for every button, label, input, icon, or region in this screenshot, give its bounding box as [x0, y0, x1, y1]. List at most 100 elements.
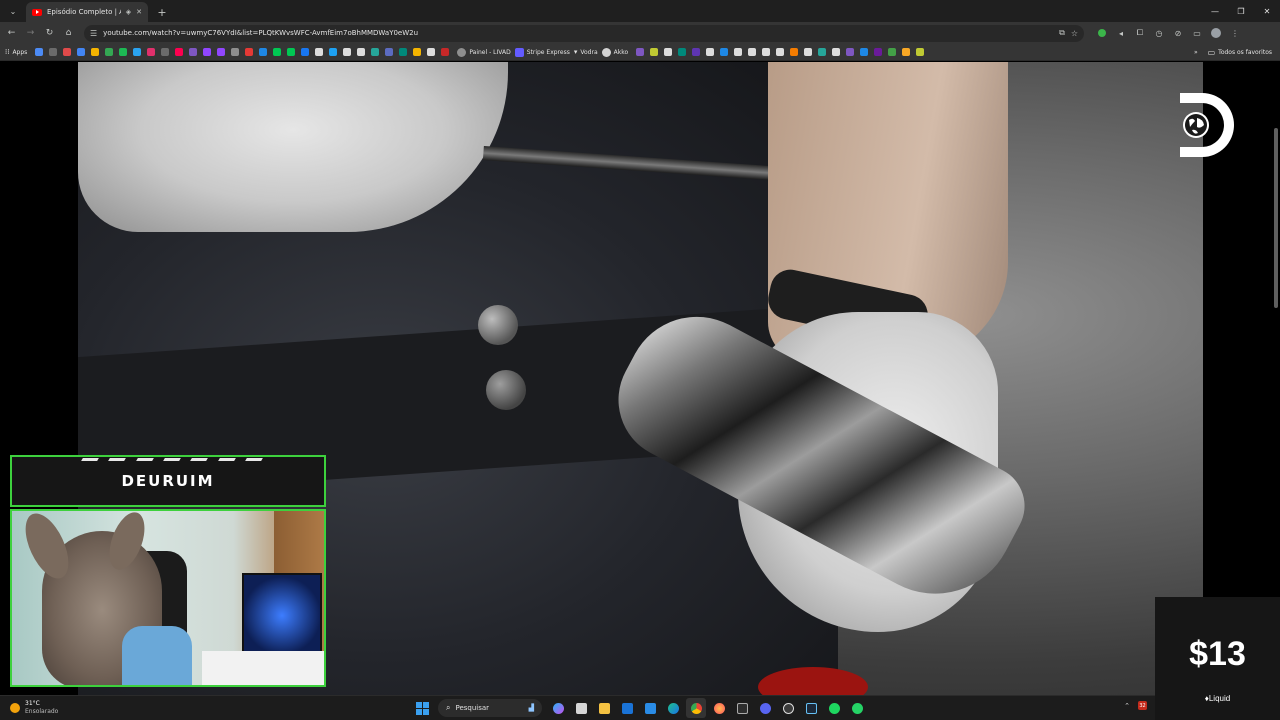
chrome-menu-icon[interactable]: ⋮	[1227, 25, 1243, 41]
bookmark-favicon-icon[interactable]	[804, 48, 813, 56]
bookmark-star-icon[interactable]: ☆	[1071, 29, 1078, 38]
extension-green-icon[interactable]	[1094, 25, 1110, 41]
bookmark-favicon-icon[interactable]	[413, 48, 422, 56]
bookmark-favicon-icon[interactable]	[734, 48, 743, 56]
obs-icon[interactable]	[778, 698, 798, 718]
install-app-icon[interactable]: ⧉	[1059, 28, 1065, 38]
reload-button[interactable]: ↻	[40, 24, 59, 43]
bookmark-favicon-icon[interactable]	[63, 48, 72, 56]
bookmark-favicon-icon[interactable]	[217, 48, 226, 56]
copilot-icon[interactable]	[548, 698, 568, 718]
bookmark-favicon-icon[interactable]	[133, 48, 142, 56]
bookmark-akko[interactable]: Akko	[601, 47, 628, 57]
bookmark-favicon-icon[interactable]	[832, 48, 841, 56]
bookmark-favicon-icon[interactable]	[706, 48, 715, 56]
bookmark-favicon-icon[interactable]	[245, 48, 254, 56]
bookmark-favicon-icon[interactable]	[748, 48, 757, 56]
bookmark-favicon-icon[interactable]	[692, 48, 701, 56]
file-explorer-icon[interactable]	[594, 698, 614, 718]
bookmark-stripe-express[interactable]: Stripe Express	[514, 47, 570, 57]
site-info-icon[interactable]: ☰	[90, 29, 97, 38]
bookmark-favicon-icon[interactable]	[664, 48, 673, 56]
forward-button[interactable]: →	[21, 24, 40, 43]
spotify-icon[interactable]	[824, 698, 844, 718]
task-view-icon[interactable]	[571, 698, 591, 718]
bookmark-favicon-icon[interactable]	[49, 48, 58, 56]
bookmark-favicon-icon[interactable]	[636, 48, 645, 56]
bookmark-favicon-icon[interactable]	[35, 48, 44, 56]
edge-icon[interactable]	[663, 698, 683, 718]
minimize-button[interactable]: —	[1202, 0, 1228, 22]
tab-close-icon[interactable]: ✕	[136, 8, 142, 16]
restore-button[interactable]: ❐	[1228, 0, 1254, 22]
capcut-icon[interactable]	[732, 698, 752, 718]
bookmark-favicon-icon[interactable]	[399, 48, 408, 56]
bookmark-favicon-icon[interactable]	[427, 48, 436, 56]
bookmark-favicon-icon[interactable]	[874, 48, 883, 56]
back-button[interactable]: ←	[2, 24, 21, 43]
tab-search-button[interactable]: ⌄	[4, 2, 22, 20]
whatsapp-icon[interactable]	[847, 698, 867, 718]
bookmark-favicon-icon[interactable]	[650, 48, 659, 56]
bookmark-favicon-icon[interactable]	[147, 48, 156, 56]
extensions-puzzle-icon[interactable]: ⧠	[1132, 25, 1148, 41]
bookmark-favicon-icon[interactable]	[287, 48, 296, 56]
bookmark-favicon-icon[interactable]	[385, 48, 394, 56]
outlook-icon[interactable]	[617, 698, 637, 718]
browser-tab-active[interactable]: Episódio Completo | Aerop ◈ ✕	[26, 2, 148, 22]
bookmark-favicon-icon[interactable]	[301, 48, 310, 56]
bookmark-favicon-icon[interactable]	[259, 48, 268, 56]
reading-mode-icon[interactable]: ⊘	[1170, 25, 1186, 41]
history-icon[interactable]: ◷	[1151, 25, 1167, 41]
bookmark-favicon-icon[interactable]	[371, 48, 380, 56]
bookmark-favicon-icon[interactable]	[161, 48, 170, 56]
bookmark-favicon-icon[interactable]	[441, 48, 450, 56]
bookmarks-overflow-button[interactable]: »	[1194, 49, 1198, 56]
bookmark-favicon-icon[interactable]	[119, 48, 128, 56]
close-window-button[interactable]: ✕	[1254, 0, 1280, 22]
bookmark-painel-livad[interactable]: Painel - LIVAD	[457, 47, 511, 57]
weather-widget[interactable]: 31°C Ensolarado	[10, 700, 58, 716]
url-text[interactable]: youtube.com/watch?v=uwmyC76VYdI&list=PLQ…	[103, 29, 1053, 37]
firefox-icon[interactable]	[709, 698, 729, 718]
media-control-icon[interactable]: ◂	[1113, 25, 1129, 41]
profile-avatar-icon[interactable]	[1208, 25, 1224, 41]
bookmark-favicon-icon[interactable]	[231, 48, 240, 56]
chrome-icon[interactable]	[686, 698, 706, 718]
bookmark-favicon-icon[interactable]	[329, 48, 338, 56]
steam-icon[interactable]	[801, 698, 821, 718]
address-bar[interactable]: ☰ youtube.com/watch?v=uwmyC76VYdI&list=P…	[84, 24, 1084, 42]
bookmark-favicon-icon[interactable]	[860, 48, 869, 56]
bookmark-favicon-icon[interactable]	[357, 48, 366, 56]
bookmark-favicon-icon[interactable]	[175, 48, 184, 56]
side-panel-icon[interactable]: ▭	[1189, 25, 1205, 41]
bookmark-favicon-icon[interactable]	[818, 48, 827, 56]
bookmark-favicon-icon[interactable]	[776, 48, 785, 56]
bookmark-favicon-icon[interactable]	[846, 48, 855, 56]
new-tab-button[interactable]: +	[154, 4, 170, 20]
discord-icon[interactable]	[755, 698, 775, 718]
home-button[interactable]: ⌂	[59, 24, 78, 43]
bookmark-favicon-icon[interactable]	[678, 48, 687, 56]
bookmark-favicon-icon[interactable]	[888, 48, 897, 56]
bookmark-favicon-icon[interactable]	[720, 48, 729, 56]
start-button[interactable]	[412, 698, 432, 718]
bookmark-favicon-icon[interactable]	[916, 48, 925, 56]
bookmark-favicon-icon[interactable]	[91, 48, 100, 56]
bookmark-favicon-icon[interactable]	[315, 48, 324, 56]
tab-audio-icon[interactable]: ◈	[126, 8, 131, 16]
bookmark-favicon-icon[interactable]	[762, 48, 771, 56]
bookmark-favicon-icon[interactable]	[790, 48, 799, 56]
bookmark-favicon-icon[interactable]	[203, 48, 212, 56]
taskbar-search-box[interactable]: ⌕ Pesquisar ▟	[438, 699, 542, 717]
tray-chevron-icon[interactable]: ⌃	[1124, 702, 1130, 710]
microsoft-store-icon[interactable]	[640, 698, 660, 718]
bookmark-favicon-icon[interactable]	[343, 48, 352, 56]
bookmark-favicon-icon[interactable]	[273, 48, 282, 56]
bookmark-favicon-icon[interactable]	[77, 48, 86, 56]
all-bookmarks-folder[interactable]: ▭ Todos os favoritos	[1208, 48, 1272, 57]
page-scrollbar[interactable]	[1274, 128, 1278, 308]
bookmark-vodra[interactable]: ▾ Vodra	[574, 48, 598, 56]
bookmark-favicon-icon[interactable]	[902, 48, 911, 56]
bookmark-favicon-icon[interactable]	[105, 48, 114, 56]
